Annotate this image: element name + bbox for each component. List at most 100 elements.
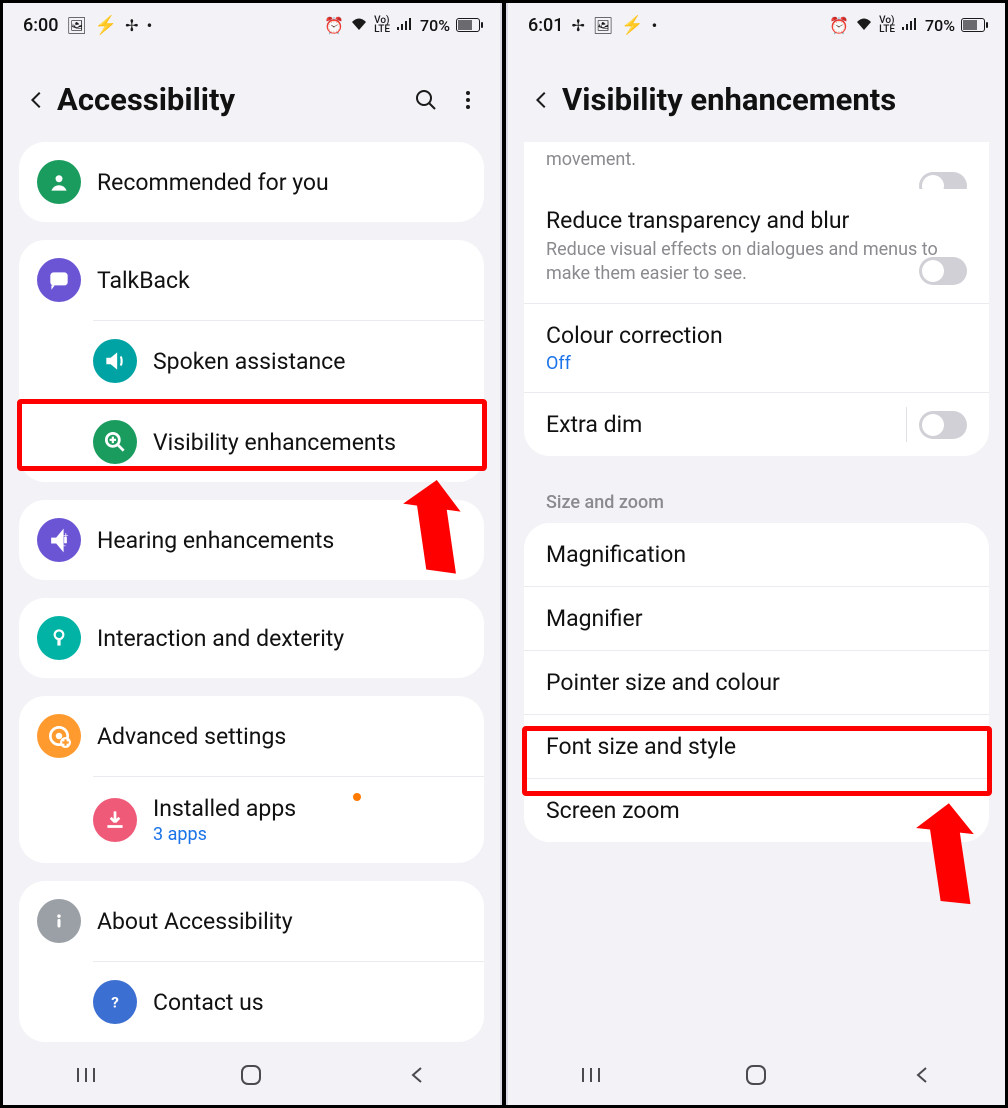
- setting-label: Font size and style: [546, 733, 967, 760]
- setting-row-partial[interactable]: movement.: [524, 142, 989, 189]
- recents-button[interactable]: [62, 1063, 110, 1087]
- battery-text: 70%: [925, 16, 955, 35]
- help-icon: ?: [93, 980, 137, 1024]
- sound-icon: [93, 339, 137, 383]
- bolt-icon: ⚡: [95, 15, 117, 36]
- nav-bar: [508, 1045, 1005, 1105]
- back-button[interactable]: [17, 89, 57, 111]
- settings-group: Interaction and dexterity: [19, 598, 484, 678]
- setting-label: Extra dim: [546, 411, 967, 438]
- info-icon: [37, 899, 81, 943]
- setting-contact-us[interactable]: ? Contact us: [93, 961, 484, 1042]
- setting-pointer-size-and-colour[interactable]: Pointer size and colour: [524, 650, 989, 714]
- wifi-icon: [855, 16, 873, 35]
- setting-desc: movement.: [546, 148, 967, 171]
- setting-label: About Accessibility: [97, 908, 293, 935]
- setting-label: Advanced settings: [97, 723, 286, 750]
- setting-label: Hearing enhancements: [97, 527, 334, 554]
- dot-icon: •: [147, 16, 153, 35]
- setting-desc: Reduce visual effects on dialogues and m…: [546, 238, 967, 285]
- setting-label: Recommended for you: [97, 169, 329, 196]
- header: Visibility enhancements: [508, 47, 1005, 142]
- toggle-switch[interactable]: [919, 411, 967, 439]
- home-button[interactable]: [227, 1063, 275, 1087]
- volte-icon: Vo)LTE: [374, 16, 390, 34]
- setting-label: Contact us: [153, 989, 264, 1016]
- svg-text:?: ?: [111, 993, 119, 1011]
- svg-text:+: +: [63, 531, 68, 541]
- settings-group: TalkBack Spoken assistance Visibility enha…: [19, 240, 484, 482]
- setting-label: Magnification: [546, 541, 967, 568]
- setting-about-accessibility[interactable]: About Accessibility: [19, 881, 484, 961]
- settings-group: +- Hearing enhancements: [19, 500, 484, 580]
- setting-extra-dim[interactable]: Extra dim: [524, 392, 989, 456]
- chat-icon: [37, 258, 81, 302]
- touch-icon: [37, 616, 81, 660]
- setting-advanced-settings[interactable]: Advanced settings: [19, 696, 484, 776]
- search-button[interactable]: [414, 88, 438, 112]
- setting-hearing-enhancements[interactable]: +- Hearing enhancements: [19, 500, 484, 580]
- dot-icon: •: [652, 16, 658, 35]
- signal-icon: [396, 16, 414, 35]
- setting-recommended-for-you[interactable]: Recommended for you: [19, 142, 484, 222]
- setting-magnifier[interactable]: Magnifier: [524, 586, 989, 650]
- volte-icon: Vo)LTE: [879, 16, 895, 34]
- fan-icon: ✢: [571, 16, 584, 35]
- signal-icon: [901, 16, 919, 35]
- battery-icon: [456, 18, 480, 32]
- setting-talkback[interactable]: TalkBack: [19, 240, 484, 320]
- status-bar: 6:01 ✢ 🖼 ⚡ • ⏰ Vo)LTE 70%: [508, 3, 1005, 47]
- page-title: Visibility enhancements: [562, 81, 985, 118]
- settings-group: About Accessibility? Contact us: [19, 881, 484, 1042]
- setting-label: Installed apps: [153, 795, 296, 822]
- setting-value: Off: [546, 353, 967, 374]
- download-icon: [93, 798, 137, 842]
- setting-label: Visibility enhancements: [153, 429, 396, 456]
- zoom-icon: [93, 420, 137, 464]
- setting-label: Spoken assistance: [153, 348, 345, 375]
- image-icon: 🖼: [593, 16, 613, 35]
- setting-label: Reduce transparency and blur: [546, 207, 967, 234]
- status-time: 6:00: [23, 15, 58, 36]
- setting-label: Interaction and dexterity: [97, 625, 344, 652]
- setting-installed-apps[interactable]: Installed apps3 apps: [93, 776, 484, 863]
- ear-icon: +-: [37, 518, 81, 562]
- home-button[interactable]: [732, 1063, 780, 1087]
- setting-screen-zoom[interactable]: Screen zoom: [524, 778, 989, 842]
- notification-dot: [353, 793, 361, 801]
- alarm-icon: ⏰: [829, 16, 849, 35]
- setting-font-size-and-style[interactable]: Font size and style: [524, 714, 989, 778]
- setting-label: Screen zoom: [546, 797, 967, 824]
- setting-reduce-transparency-and-blur[interactable]: Reduce transparency and blur Reduce visua…: [524, 189, 989, 303]
- bolt-icon: ⚡: [621, 15, 643, 36]
- fan-icon: ✢: [125, 16, 138, 35]
- toggle-switch[interactable]: [919, 257, 967, 285]
- image-icon: 🖼: [66, 16, 86, 35]
- setting-spoken-assistance[interactable]: Spoken assistance: [93, 320, 484, 401]
- setting-magnification[interactable]: Magnification: [524, 523, 989, 586]
- settings-list: movement. Reduce transparency and blurRe…: [508, 142, 1005, 872]
- battery-text: 70%: [420, 16, 450, 35]
- nav-bar: [3, 1045, 500, 1105]
- page-title: Accessibility: [57, 81, 414, 118]
- settings-group: Recommended for you: [19, 142, 484, 222]
- setting-label: Pointer size and colour: [546, 669, 967, 696]
- status-bar: 6:00 🖼 ⚡ ✢ • ⏰ Vo)LTE 70%: [3, 3, 500, 47]
- back-nav-button[interactable]: [393, 1063, 441, 1087]
- person-circle-icon: [37, 160, 81, 204]
- more-button[interactable]: [456, 88, 480, 112]
- setting-interaction-and-dexterity[interactable]: Interaction and dexterity: [19, 598, 484, 678]
- accessibility-screen: 6:00 🖼 ⚡ ✢ • ⏰ Vo)LTE 70% Accessibility: [3, 3, 502, 1105]
- back-button[interactable]: [522, 89, 562, 111]
- recents-button[interactable]: [567, 1063, 615, 1087]
- settings-group: Advanced settings Installed apps3 apps: [19, 696, 484, 863]
- setting-label: TalkBack: [97, 267, 190, 294]
- visibility-enhancements-screen: 6:01 ✢ 🖼 ⚡ • ⏰ Vo)LTE 70% Visibility enh…: [506, 3, 1005, 1105]
- alarm-icon: ⏰: [324, 16, 344, 35]
- setting-visibility-enhancements[interactable]: Visibility enhancements: [93, 401, 484, 482]
- setting-label: Magnifier: [546, 605, 967, 632]
- header: Accessibility: [3, 47, 500, 142]
- setting-colour-correction[interactable]: Colour correctionOff: [524, 303, 989, 392]
- setting-subtext: 3 apps: [153, 824, 296, 845]
- back-nav-button[interactable]: [898, 1063, 946, 1087]
